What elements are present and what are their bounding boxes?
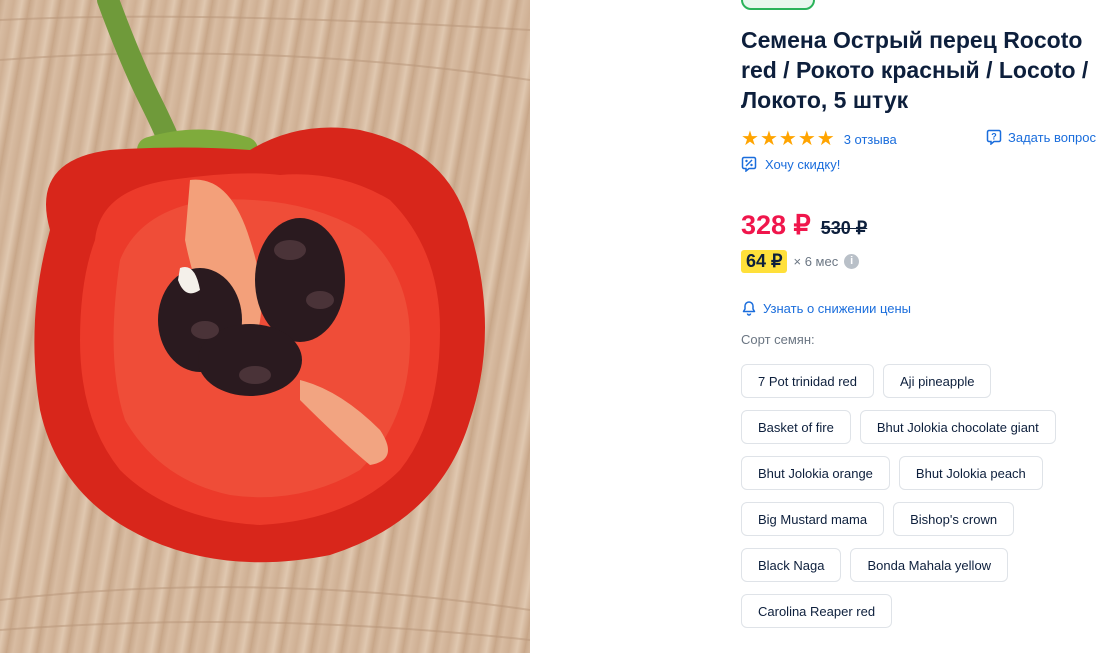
variant-chips: 7 Pot trinidad red Aji pineapple Basket …: [741, 364, 1113, 640]
installment-row[interactable]: 64 ₽ × 6 мес i: [741, 250, 860, 273]
product-title: Семена Острый перец Rocoto red / Рокото …: [741, 27, 1089, 113]
price-drop-alert-link[interactable]: Узнать о снижении цены: [741, 300, 911, 316]
variant-chip[interactable]: Bhut Jolokia chocolate giant: [859, 410, 1056, 444]
ask-question-link[interactable]: ? Задать вопрос: [986, 129, 1096, 145]
bell-icon: [742, 301, 756, 316]
star-icon: ★: [797, 128, 816, 150]
star-icon: ★: [741, 128, 759, 150]
pepper-image: [0, 0, 530, 641]
product-photo[interactable]: [0, 0, 530, 653]
star-icon: ★: [816, 128, 835, 150]
rating-row: ★ ★ ★ ★ ★ 3 отзыва ? Задать вопрос: [741, 128, 1113, 150]
rating-stars[interactable]: ★ ★ ★ ★ ★: [741, 129, 835, 149]
info-icon[interactable]: i: [844, 254, 860, 269]
variant-chip[interactable]: 7 Pot trinidad red: [741, 364, 875, 398]
variant-chip[interactable]: Carolina Reaper red: [741, 594, 893, 628]
installment-amount: 64 ₽: [741, 250, 788, 273]
reviews-link[interactable]: 3 отзыва: [844, 132, 897, 147]
variant-chip[interactable]: Bhut Jolokia orange: [741, 456, 890, 490]
variant-chip[interactable]: Bhut Jolokia peach: [898, 456, 1043, 490]
star-icon: ★: [778, 128, 797, 150]
variant-chip[interactable]: Big Mustard mama: [741, 502, 885, 536]
discount-label: Хочу скидку!: [765, 156, 841, 172]
discount-link[interactable]: Хочу скидку!: [741, 156, 840, 172]
product-info-panel: Семена Острый перец Rocoto red / Рокото …: [741, 0, 1113, 653]
star-icon: ★: [759, 128, 778, 150]
variant-chip[interactable]: Bishop's crown: [893, 502, 1015, 536]
installment-term: × 6 мес: [793, 254, 839, 269]
variant-chip[interactable]: Bonda Mahala yellow: [850, 548, 1009, 582]
ask-question-label: Задать вопрос: [1008, 129, 1096, 145]
old-price: 530 ₽: [820, 218, 868, 238]
variant-chip[interactable]: Aji pineapple: [883, 364, 992, 398]
discount-tag-icon: [741, 156, 757, 172]
svg-text:?: ?: [991, 132, 997, 142]
variant-chip[interactable]: Black Naga: [741, 548, 842, 582]
variant-label: Сорт семян:: [741, 332, 815, 347]
question-bubble-icon: ?: [986, 129, 1002, 145]
current-price: 328 ₽: [741, 210, 811, 240]
price-drop-label: Узнать о снижении цены: [763, 300, 912, 316]
price-row: 328 ₽ 530 ₽: [741, 210, 867, 241]
new-badge: [741, 0, 815, 10]
variant-chip[interactable]: Basket of fire: [741, 410, 851, 444]
